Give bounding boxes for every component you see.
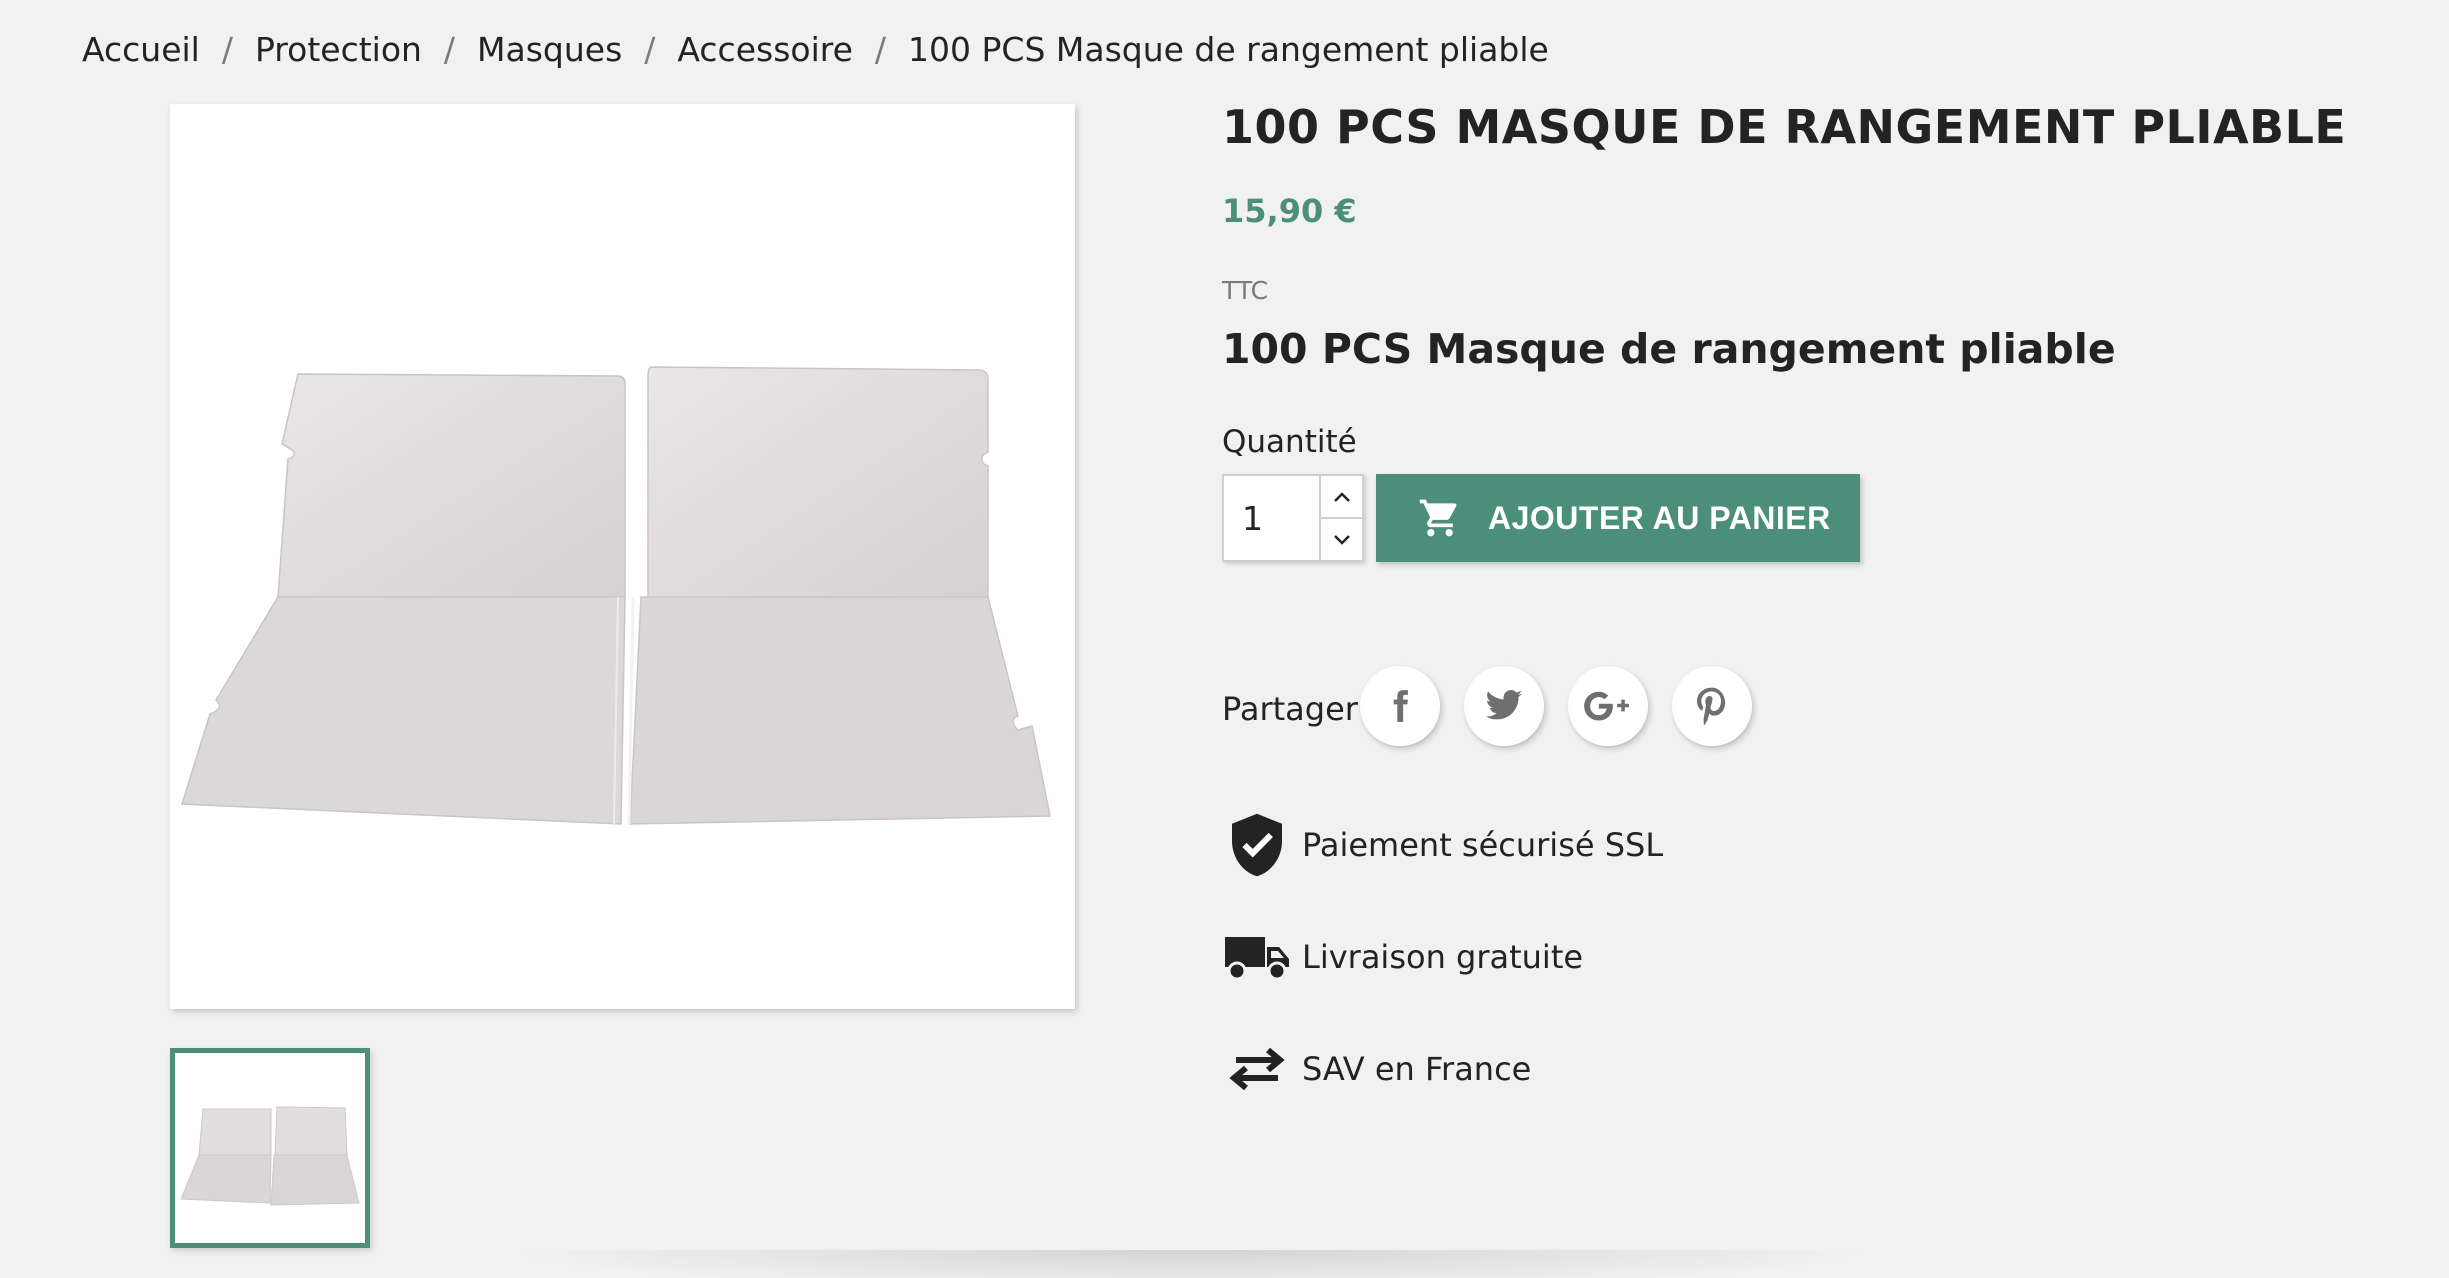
product-title: 100 PCS MASQUE DE RANGEMENT PLIABLE <box>1222 100 2347 154</box>
breadcrumb-current: 100 PCS Masque de rangement pliable <box>908 30 1549 69</box>
truck-icon <box>1222 922 1292 992</box>
chevron-down-icon <box>1333 534 1350 545</box>
quantity-arrows <box>1319 476 1362 560</box>
reassurance-text: Livraison gratuite <box>1302 938 1584 976</box>
product-price: 15,90 € <box>1222 192 1357 230</box>
share-pinterest-button[interactable] <box>1672 666 1752 746</box>
reassurance-text: SAV en France <box>1302 1050 1532 1088</box>
twitter-icon <box>1485 690 1523 720</box>
quantity-label: Quantité <box>1222 424 1357 460</box>
breadcrumb: Accueil / Protection / Masques / Accesso… <box>82 30 1549 69</box>
tax-label: TTC <box>1222 276 1269 305</box>
breadcrumb-accessoire[interactable]: Accessoire <box>677 30 852 69</box>
breadcrumb-separator: / <box>644 30 656 69</box>
cart-icon <box>1418 496 1462 540</box>
reassurance-secure-payment: Paiement sécurisé SSL <box>1222 810 1663 880</box>
product-page: Accueil / Protection / Masques / Accesso… <box>0 0 2449 1278</box>
breadcrumb-home[interactable]: Accueil <box>82 30 200 69</box>
thumbnail-photo <box>180 1106 360 1206</box>
chevron-up-icon <box>1333 491 1350 502</box>
breadcrumb-separator: / <box>874 30 887 69</box>
google-plus-icon <box>1584 691 1629 721</box>
product-photo <box>180 366 1051 825</box>
quantity-decrease-button[interactable] <box>1321 517 1362 560</box>
product-short-description: 100 PCS Masque de rangement pliable <box>1222 325 2116 373</box>
add-to-cart-label: AJOUTER AU PANIER <box>1488 499 1831 536</box>
add-to-cart-button[interactable]: AJOUTER AU PANIER <box>1376 474 1860 562</box>
product-thumbnail[interactable] <box>170 1048 370 1248</box>
share-label: Partager <box>1222 690 1358 728</box>
quantity-stepper <box>1222 474 1364 562</box>
exchange-arrows-icon <box>1222 1034 1292 1104</box>
quantity-input[interactable] <box>1224 476 1319 560</box>
share-facebook-button[interactable] <box>1360 666 1440 746</box>
reassurance-free-shipping: Livraison gratuite <box>1222 922 1583 992</box>
reassurance-text: Paiement sécurisé SSL <box>1302 826 1664 864</box>
reassurance-after-sales: SAV en France <box>1222 1034 1531 1104</box>
breadcrumb-masques[interactable]: Masques <box>477 30 622 69</box>
breadcrumb-separator: / <box>443 30 456 69</box>
facebook-icon <box>1393 690 1408 722</box>
pinterest-icon <box>1697 687 1726 726</box>
shield-check-icon <box>1222 810 1292 880</box>
breadcrumb-separator: / <box>221 30 233 69</box>
footer-shadow <box>500 1250 1880 1278</box>
quantity-increase-button[interactable] <box>1321 476 1362 517</box>
product-main-image[interactable] <box>170 104 1075 1009</box>
breadcrumb-protection[interactable]: Protection <box>255 30 422 69</box>
share-twitter-button[interactable] <box>1464 666 1544 746</box>
share-google-plus-button[interactable] <box>1568 666 1648 746</box>
